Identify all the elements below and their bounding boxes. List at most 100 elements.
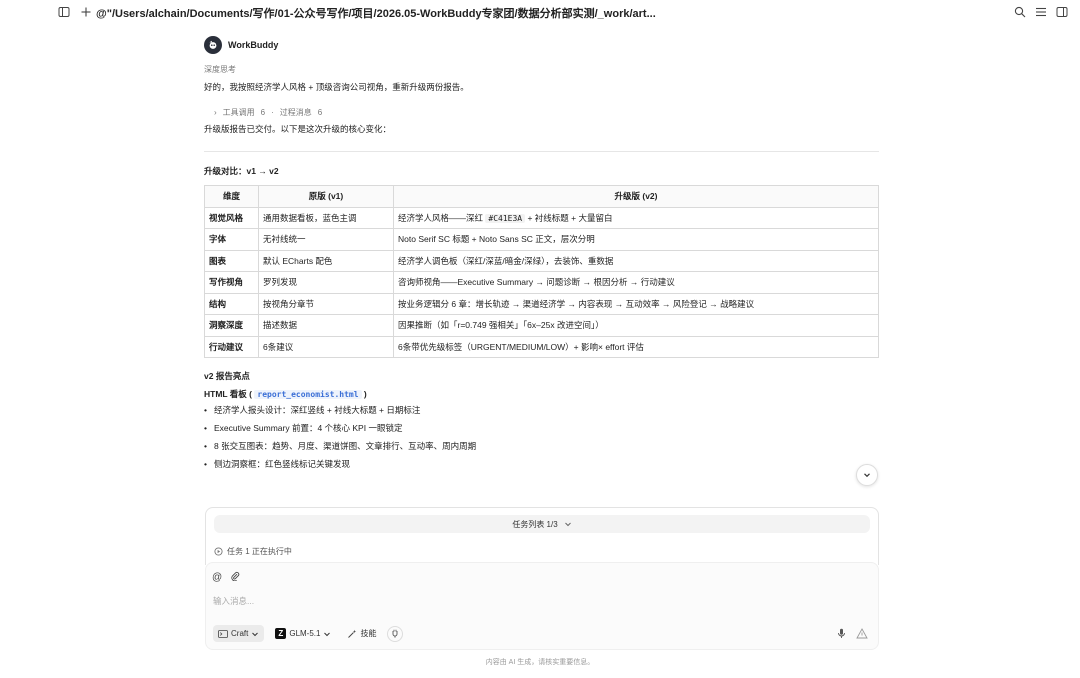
chevron-down-icon bbox=[564, 522, 571, 527]
table-cell-v1: 6条建议 bbox=[258, 335, 394, 358]
workspace-path[interactable]: @"/Users/alchain/Documents/写作/01-公众号写作/项… bbox=[96, 5, 656, 21]
v2-text: 经济学人风格——深红 bbox=[398, 212, 486, 223]
table-row: 行动建议 6条建议 6条带优先级标签（URGENT/MEDIUM/LOW）+ 影… bbox=[204, 335, 879, 358]
html-board-heading: HTML 看板 ( report_economist.html ) bbox=[204, 388, 879, 400]
separator-dot: · bbox=[271, 108, 274, 117]
highlights-list: 经济学人报头设计：深红竖线 + 衬线大标题 + 日期标注 Executive S… bbox=[204, 401, 879, 473]
table-cell-dimension: 洞察深度 bbox=[204, 314, 259, 337]
table-cell-v2: 6条带优先级标签（URGENT/MEDIUM/LOW）+ 影响× effort … bbox=[393, 335, 879, 358]
table-header: 原版 (v1) bbox=[258, 185, 394, 208]
skills-label: 技能 bbox=[360, 629, 377, 638]
task-list-toggle[interactable]: 任务列表 1/3 bbox=[214, 515, 870, 533]
chevron-down-icon bbox=[864, 473, 870, 478]
highlights-title: v2 报告亮点 bbox=[204, 371, 250, 381]
message-input[interactable] bbox=[213, 596, 853, 606]
new-chat-icon[interactable] bbox=[78, 4, 94, 20]
table-cell-v1: 罗列发现 bbox=[258, 271, 394, 294]
table-header-row: 维度 原版 (v1) 升级版 (v2) bbox=[204, 185, 879, 208]
composer-toolbar: Craft Z GLM-5.1 技能 bbox=[213, 625, 404, 642]
table-row: 字体 无衬线统一 Noto Serif SC 标题 + Noto Sans SC… bbox=[204, 228, 879, 251]
table-cell-v2: 因果推断（如「r=0.749 强相关」「6x–25x 改进空间」） bbox=[393, 314, 879, 337]
message-composer: @ Craft Z GLM-5.1 技能 bbox=[205, 562, 879, 650]
send-icon[interactable] bbox=[856, 626, 868, 644]
table-cell-dimension: 字体 bbox=[204, 228, 259, 251]
attach-row: @ bbox=[212, 568, 240, 586]
table-cell-v2: 经济学人调色板（深红/深蓝/暗金/深绿），去装饰、重数据 bbox=[393, 249, 879, 272]
html-board-label: HTML 看板 ( bbox=[204, 389, 253, 399]
table-cell-v2: Noto Serif SC 标题 + Noto Sans SC 正文，层次分明 bbox=[393, 228, 879, 251]
chevron-right-icon: › bbox=[214, 108, 217, 117]
list-item: Executive Summary 前置：4 个核心 KPI 一眼锁定 bbox=[204, 419, 879, 437]
html-board-close: ) bbox=[363, 389, 367, 399]
tool-calls-label: 工具调用 bbox=[222, 108, 255, 117]
list-item: 8 张交互图表：趋势、月度、渠道饼图、文章排行、互动率、周内周期 bbox=[204, 437, 879, 455]
table-row: 结构 按视角分章节 按业务逻辑分 6 章：增长轨迹 → 渠道经济学 → 内容表现… bbox=[204, 292, 879, 315]
table-cell-dimension: 行动建议 bbox=[204, 335, 259, 358]
skills-button[interactable]: 技能 bbox=[342, 625, 381, 642]
thinking-label[interactable]: 深度思考 bbox=[204, 64, 879, 75]
composer-right-tools bbox=[837, 626, 868, 644]
table-cell-v2: 咨询师视角——Executive Summary → 问题诊断 → 根因分析 →… bbox=[393, 271, 879, 294]
table-cell-v1: 通用数据看板，蓝色主调 bbox=[258, 206, 394, 229]
model-logo-icon: Z bbox=[275, 628, 287, 639]
table-cell-dimension: 结构 bbox=[204, 292, 259, 315]
running-icon bbox=[214, 547, 223, 556]
top-bar-left bbox=[56, 4, 94, 20]
sidebar-toggle-icon[interactable] bbox=[56, 4, 72, 20]
scroll-to-bottom-button[interactable] bbox=[856, 464, 878, 486]
table-cell-v1: 无衬线统一 bbox=[258, 228, 394, 251]
table-cell-v1: 按视角分章节 bbox=[258, 292, 394, 315]
compare-title: 升级对比：v1 → v2 bbox=[204, 166, 279, 176]
task-status: 任务 1 正在执行中 bbox=[214, 546, 292, 557]
delivered-text: 升级版报告已交付。以下是这次升级的核心变化： bbox=[204, 124, 392, 134]
table-cell-dimension: 图表 bbox=[204, 249, 259, 272]
magic-wand-icon bbox=[348, 629, 357, 638]
connector-button[interactable] bbox=[387, 625, 404, 642]
plug-icon bbox=[392, 629, 398, 638]
table-cell-dimension: 视觉风格 bbox=[204, 206, 259, 229]
table-cell-v1: 描述数据 bbox=[258, 314, 394, 337]
microphone-icon[interactable] bbox=[837, 626, 846, 644]
color-code: #C41E3A bbox=[485, 213, 526, 223]
table-header: 维度 bbox=[204, 185, 259, 208]
mention-icon[interactable]: @ bbox=[212, 572, 222, 583]
table-header: 升级版 (v2) bbox=[393, 185, 879, 208]
tool-calls-count: 6 bbox=[260, 108, 266, 117]
table-cell-v2: 按业务逻辑分 6 章：增长轨迹 → 渠道经济学 → 内容表现 → 互动效率 → … bbox=[393, 292, 879, 315]
table-row: 视觉风格 通用数据看板，蓝色主调 经济学人风格——深红 #C41E3A + 衬线… bbox=[204, 206, 879, 229]
attachment-icon[interactable] bbox=[230, 568, 240, 586]
search-icon[interactable] bbox=[1012, 4, 1028, 20]
process-count: 6 bbox=[317, 108, 323, 117]
report-file-link[interactable]: report_economist.html bbox=[254, 390, 362, 399]
model-selector[interactable]: Z GLM-5.1 bbox=[270, 625, 336, 642]
divider bbox=[204, 151, 879, 152]
assistant-message: WorkBuddy 深度思考 好的，我按照经济学人风格 + 顶级咨询公司视角，重… bbox=[204, 36, 879, 473]
list-item: 侧边洞察框：红色竖线标记关键发现 bbox=[204, 455, 879, 473]
top-bar-right bbox=[1012, 4, 1070, 20]
message-author: WorkBuddy bbox=[204, 36, 879, 54]
table-cell-v1: 默认 ECharts 配色 bbox=[258, 249, 394, 272]
task-list-label: 任务列表 1/3 bbox=[512, 519, 558, 529]
table-cell-v2: 经济学人风格——深红 #C41E3A + 衬线标题 + 大量留白 bbox=[393, 206, 879, 229]
workbuddy-avatar-icon bbox=[204, 36, 222, 54]
panel-toggle-icon[interactable] bbox=[1054, 4, 1070, 20]
author-name: WorkBuddy bbox=[228, 40, 279, 50]
chevron-down-icon bbox=[252, 632, 259, 636]
process-label: 过程消息 bbox=[279, 108, 312, 117]
v2-text: + 衬线标题 + 大量留白 bbox=[525, 212, 613, 223]
task-status-text: 任务 1 正在执行中 bbox=[227, 547, 292, 556]
table-row: 洞察深度 描述数据 因果推断（如「r=0.749 强相关」「6x–25x 改进空… bbox=[204, 314, 879, 337]
list-item: 经济学人报头设计：深红竖线 + 衬线大标题 + 日期标注 bbox=[204, 401, 879, 419]
comparison-table: 维度 原版 (v1) 升级版 (v2) 视觉风格 通用数据看板，蓝色主调 经济学… bbox=[204, 185, 879, 358]
mode-selector[interactable]: Craft bbox=[213, 625, 265, 642]
tool-summary[interactable]: › 工具调用 6 · 过程消息 6 bbox=[214, 107, 879, 118]
menu-icon[interactable] bbox=[1033, 4, 1049, 20]
mode-label: Craft bbox=[231, 629, 249, 638]
ai-disclaimer: 内容由 AI 生成，请核实重要信息。 bbox=[485, 659, 595, 666]
model-label: GLM-5.1 bbox=[289, 629, 321, 638]
top-bar: @"/Users/alchain/Documents/写作/01-公众号写作/项… bbox=[0, 0, 1080, 24]
terminal-icon bbox=[218, 629, 228, 638]
table-row: 图表 默认 ECharts 配色 经济学人调色板（深红/深蓝/暗金/深绿），去装… bbox=[204, 249, 879, 272]
chevron-down-icon bbox=[324, 632, 331, 636]
table-cell-dimension: 写作视角 bbox=[204, 271, 259, 294]
